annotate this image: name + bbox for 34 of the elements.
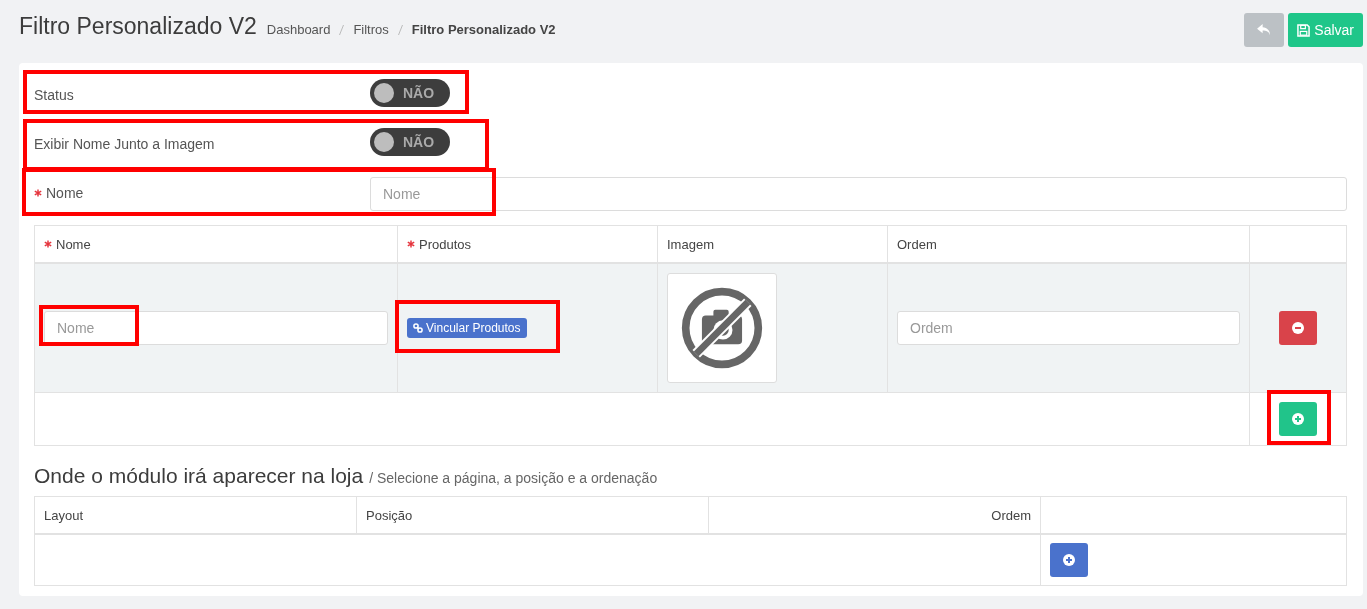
no-camera-icon (679, 285, 765, 371)
column-header: Ordem (897, 236, 937, 252)
order-input[interactable]: Ordem (897, 311, 1240, 345)
column-header: Produtos (419, 236, 472, 252)
toggle-switch[interactable]: NÃO (370, 79, 450, 107)
column-header: Imagem (667, 236, 714, 252)
section-subtitle: / Selecione a página, a posição e a ordenação (369, 470, 658, 486)
plus-circle-icon (1063, 554, 1075, 566)
field-label: Exibir Nome Junto a Imagem (34, 134, 216, 152)
field-label: Nome (46, 184, 84, 201)
remove-button[interactable] (1279, 311, 1317, 345)
slash-separator-icon (339, 24, 345, 35)
add-button[interactable] (1050, 543, 1088, 577)
undo-arrow-icon (1256, 23, 1272, 37)
breadcrumb-link[interactable]: Dashboard (266, 22, 331, 37)
column-header: Posição (366, 507, 413, 523)
column-header: Nome (56, 236, 91, 252)
slash-separator-icon (397, 24, 403, 35)
link-products-button[interactable]: Vincular Produtos (407, 318, 527, 338)
toggle-switch[interactable]: NÃO (370, 127, 450, 156)
add-button[interactable] (1279, 402, 1317, 436)
breadcrumb-link[interactable]: Filtros (353, 22, 389, 37)
name-input[interactable]: Nome (44, 311, 388, 345)
column-header: Layout (44, 507, 84, 523)
column-header: Ordem (991, 507, 1031, 523)
section-title: Onde o módulo irá aparecer na loja (34, 464, 364, 488)
field-label: Status (34, 86, 75, 103)
plus-circle-icon (1292, 413, 1304, 425)
page-title: Filtro Personalizado V2 (19, 13, 257, 40)
link-icon (413, 323, 423, 333)
image-upload-box[interactable] (667, 273, 777, 383)
breadcrumb-link[interactable]: Filtro Personalizado V2 (411, 22, 556, 37)
name-input[interactable]: Nome (370, 177, 1347, 211)
minus-circle-icon (1292, 322, 1304, 334)
